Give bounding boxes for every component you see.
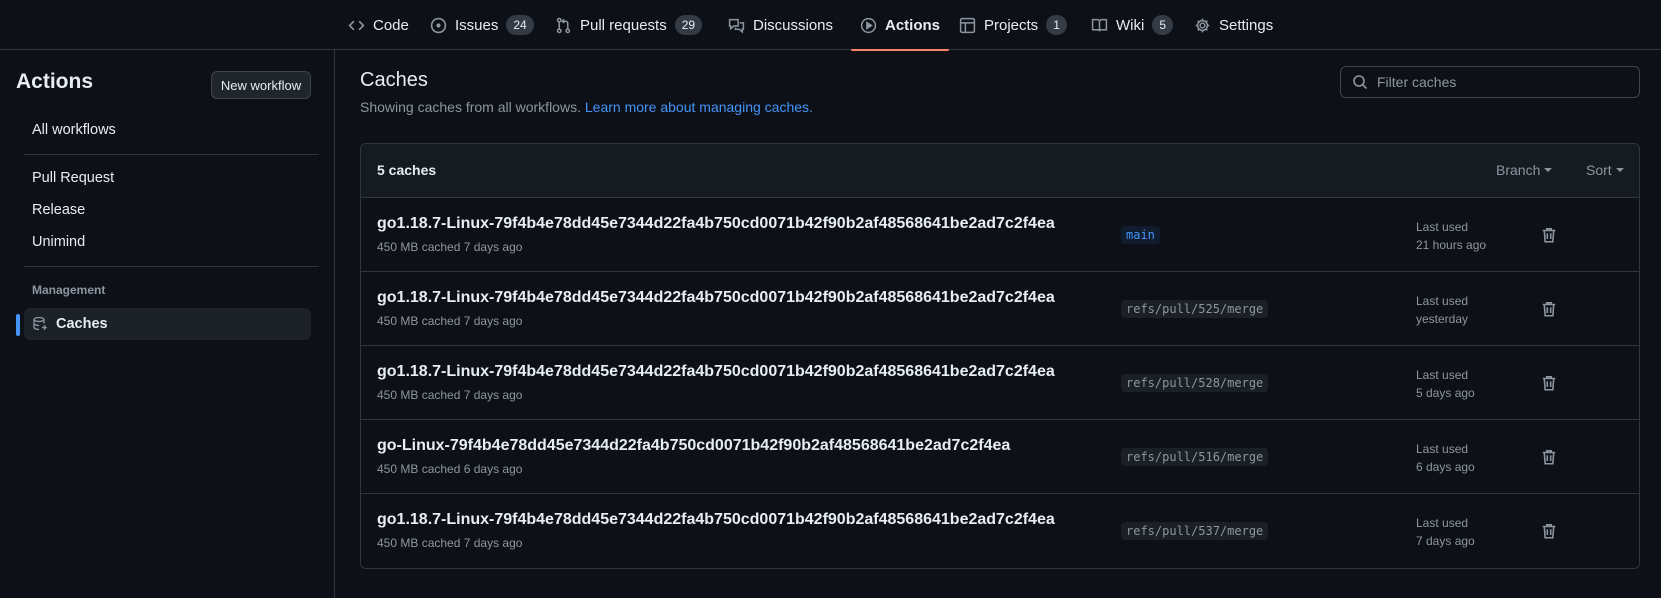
last-used-value: 6 days ago bbox=[1416, 460, 1475, 474]
table-icon bbox=[959, 17, 976, 33]
wiki-counter: 5 bbox=[1152, 15, 1174, 35]
branch-label[interactable]: refs/pull/525/merge bbox=[1121, 300, 1269, 318]
branch-menu-label: Branch bbox=[1496, 162, 1541, 178]
trash-icon[interactable] bbox=[1540, 300, 1558, 318]
tab-pull-requests[interactable]: Pull requests 29 bbox=[547, 0, 710, 50]
database-icon bbox=[33, 316, 47, 331]
trash-icon[interactable] bbox=[1540, 374, 1558, 392]
branch-label[interactable]: main bbox=[1121, 226, 1160, 244]
cache-row: go1.18.7-Linux-79f4b4e78dd45e7344d22fa4b… bbox=[361, 272, 1639, 346]
cache-row: go1.18.7-Linux-79f4b4e78dd45e7344d22fa4b… bbox=[361, 346, 1639, 420]
actions-sidebar: Actions New workflow All workflows Pull … bbox=[0, 50, 335, 598]
cache-meta: 450 MB cached 7 days ago bbox=[377, 388, 523, 402]
projects-counter: 1 bbox=[1046, 15, 1067, 35]
trash-icon[interactable] bbox=[1540, 226, 1558, 244]
code-icon bbox=[348, 20, 365, 30]
cache-row: go1.18.7-Linux-79f4b4e78dd45e7344d22fa4b… bbox=[361, 198, 1639, 272]
subtitle-text: Showing caches from all workflows. bbox=[360, 99, 581, 115]
sidebar-item-release[interactable]: Release bbox=[24, 194, 311, 226]
caret-down-icon bbox=[1544, 168, 1553, 172]
tab-label: Settings bbox=[1219, 16, 1274, 34]
tab-label: Code bbox=[373, 16, 409, 34]
sidebar-divider bbox=[24, 266, 319, 267]
search-icon bbox=[1353, 75, 1368, 90]
tab-issues[interactable]: Issues 24 bbox=[422, 0, 542, 50]
cache-key[interactable]: go-Linux-79f4b4e78dd45e7344d22fa4b750cd0… bbox=[377, 437, 1010, 455]
branch-label[interactable]: refs/pull/528/merge bbox=[1121, 374, 1269, 392]
tab-label: Issues bbox=[455, 16, 499, 34]
page-subtitle: Showing caches from all workflows. Learn… bbox=[360, 99, 813, 115]
tab-wiki[interactable]: Wiki 5 bbox=[1083, 0, 1181, 50]
page-title: Caches bbox=[360, 69, 428, 91]
cache-key[interactable]: go1.18.7-Linux-79f4b4e78dd45e7344d22fa4b… bbox=[377, 511, 1055, 529]
caches-count: 5 caches bbox=[377, 162, 437, 178]
cache-meta: 450 MB cached 6 days ago bbox=[377, 462, 523, 476]
tab-label: Projects bbox=[984, 16, 1039, 34]
cache-meta: 450 MB cached 7 days ago bbox=[377, 240, 523, 254]
sidebar-item-unimind[interactable]: Unimind bbox=[24, 226, 311, 258]
cache-meta: 450 MB cached 7 days ago bbox=[377, 314, 523, 328]
last-used-value: 7 days ago bbox=[1416, 534, 1475, 548]
pull-requests-counter: 29 bbox=[674, 15, 703, 35]
last-used-label: Last used bbox=[1416, 368, 1469, 382]
gear-icon bbox=[1195, 18, 1210, 32]
last-used-label: Last used bbox=[1416, 516, 1469, 530]
caches-list: 5 caches Branch Sort go1.18.7-Linux-79f4… bbox=[360, 143, 1640, 569]
sidebar-item-all-workflows[interactable]: All workflows bbox=[24, 114, 311, 146]
tab-label: Actions bbox=[885, 16, 941, 34]
repo-nav: Code Issues 24 Pull requests 29 Discussi… bbox=[0, 0, 1661, 51]
tab-code[interactable]: Code bbox=[340, 0, 417, 50]
last-used-value: yesterday bbox=[1416, 312, 1469, 326]
last-used-label: Last used bbox=[1416, 442, 1469, 456]
pull-request-icon bbox=[556, 17, 571, 33]
issue-icon bbox=[430, 17, 447, 33]
discussions-icon bbox=[728, 18, 745, 33]
issues-counter: 24 bbox=[506, 15, 534, 35]
branch-label[interactable]: refs/pull/537/merge bbox=[1121, 522, 1269, 540]
book-icon bbox=[1091, 18, 1108, 31]
sort-menu-label: Sort bbox=[1586, 162, 1612, 178]
tab-settings[interactable]: Settings bbox=[1186, 0, 1281, 50]
cache-row: go-Linux-79f4b4e78dd45e7344d22fa4b750cd0… bbox=[361, 420, 1639, 494]
tab-actions[interactable]: Actions bbox=[851, 0, 950, 51]
cache-key[interactable]: go1.18.7-Linux-79f4b4e78dd45e7344d22fa4b… bbox=[377, 363, 1055, 381]
filter-caches-input[interactable] bbox=[1377, 74, 1637, 90]
last-used-value: 5 days ago bbox=[1416, 386, 1475, 400]
last-used-label: Last used bbox=[1416, 220, 1469, 234]
cache-key[interactable]: go1.18.7-Linux-79f4b4e78dd45e7344d22fa4b… bbox=[377, 215, 1055, 233]
play-icon bbox=[860, 17, 877, 33]
sidebar-item-caches[interactable]: Caches bbox=[16, 308, 311, 340]
sort-menu[interactable]: Sort bbox=[1586, 162, 1624, 178]
learn-more-link[interactable]: Learn more about managing caches. bbox=[585, 99, 813, 115]
sidebar-item-pull-request[interactable]: Pull Request bbox=[24, 162, 311, 194]
filter-caches bbox=[1340, 66, 1640, 98]
management-heading: Management bbox=[32, 283, 106, 297]
cache-row: go1.18.7-Linux-79f4b4e78dd45e7344d22fa4b… bbox=[361, 494, 1639, 568]
sidebar-divider bbox=[24, 154, 319, 155]
caches-list-header: 5 caches Branch Sort bbox=[361, 144, 1639, 198]
sidebar-title: Actions bbox=[16, 70, 94, 93]
tab-discussions[interactable]: Discussions bbox=[720, 0, 841, 50]
tab-label: Wiki bbox=[1116, 16, 1145, 34]
sidebar-item-label: Caches bbox=[56, 316, 108, 332]
branch-label[interactable]: refs/pull/516/merge bbox=[1121, 448, 1269, 466]
last-used-value: 21 hours ago bbox=[1416, 238, 1487, 252]
trash-icon[interactable] bbox=[1540, 522, 1558, 540]
tab-label: Discussions bbox=[753, 16, 834, 34]
branch-filter-menu[interactable]: Branch bbox=[1496, 162, 1553, 178]
new-workflow-button[interactable]: New workflow bbox=[211, 71, 311, 99]
last-used-label: Last used bbox=[1416, 294, 1469, 308]
trash-icon[interactable] bbox=[1540, 448, 1558, 466]
cache-meta: 450 MB cached 7 days ago bbox=[377, 536, 523, 550]
cache-key[interactable]: go1.18.7-Linux-79f4b4e78dd45e7344d22fa4b… bbox=[377, 289, 1055, 307]
tab-label: Pull requests bbox=[580, 16, 667, 34]
tab-projects[interactable]: Projects 1 bbox=[951, 0, 1075, 50]
caret-down-icon bbox=[1615, 168, 1624, 172]
